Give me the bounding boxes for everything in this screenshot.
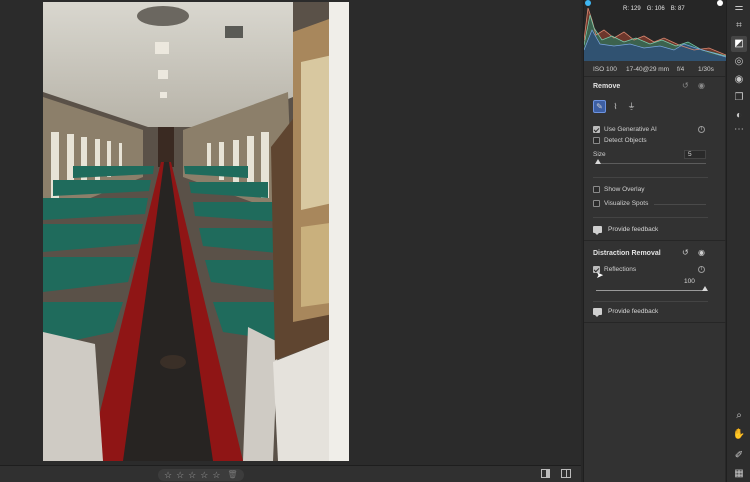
remove-section-title: Remove bbox=[593, 83, 621, 90]
distraction-removal-title: Distraction Removal bbox=[593, 250, 661, 257]
eraser-remove-icon[interactable]: ◩ bbox=[731, 36, 747, 52]
compare-view-icon[interactable] bbox=[541, 469, 550, 478]
star-2[interactable]: ☆ bbox=[176, 470, 184, 480]
shutter-speed: 1/30s bbox=[698, 66, 714, 73]
star-rating[interactable]: ☆ ☆ ☆ ☆ ☆ 🗑 bbox=[158, 469, 244, 481]
more-options-icon[interactable]: ⋯ bbox=[731, 122, 747, 138]
feedback-icon bbox=[593, 226, 602, 235]
section-separator bbox=[584, 240, 726, 241]
clone-tool[interactable]: ⏚ bbox=[625, 100, 638, 113]
crop-icon[interactable]: ⌗ bbox=[731, 18, 747, 34]
reflections-value[interactable]: 100 bbox=[681, 278, 703, 287]
visibility-eye-icon[interactable]: ◉ bbox=[698, 82, 705, 90]
edit-panel: R: 129 G: 106 B: 87 ISO 100 17-40@29 mm … bbox=[583, 0, 726, 482]
section-separator bbox=[584, 322, 726, 323]
trash-icon[interactable]: 🗑 bbox=[227, 471, 237, 479]
blue-value: B: 87 bbox=[670, 6, 685, 12]
star-1[interactable]: ☆ bbox=[164, 470, 172, 480]
clone-stamp-icon: ⏚ bbox=[627, 102, 636, 111]
iso-value: ISO 100 bbox=[593, 66, 617, 73]
star-3[interactable]: ☆ bbox=[188, 470, 196, 480]
histogram: R: 129 G: 106 B: 87 bbox=[584, 0, 726, 61]
visibility-eye-icon[interactable]: ◉ bbox=[698, 249, 705, 257]
before-after-view-icon[interactable] bbox=[561, 469, 571, 478]
image-canvas[interactable] bbox=[0, 0, 581, 465]
train-interior-photo[interactable] bbox=[43, 2, 349, 461]
detect-objects-checkbox[interactable] bbox=[593, 137, 600, 144]
bandage-heal-icon: ⌇ bbox=[613, 102, 618, 111]
reset-icon[interactable]: ↺ bbox=[682, 82, 689, 90]
zoom-icon[interactable]: ⌕ bbox=[731, 408, 747, 424]
camera-info-bar: ISO 100 17-40@29 mm f/4 1/30s bbox=[584, 61, 726, 77]
hand-pan-icon[interactable]: ✋ bbox=[731, 427, 747, 443]
detect-objects-label: Detect Objects bbox=[604, 137, 647, 144]
use-generative-ai-checkbox[interactable] bbox=[593, 126, 600, 133]
size-value-input[interactable]: 5 bbox=[684, 150, 706, 159]
visualize-spots-checkbox[interactable] bbox=[593, 200, 600, 207]
brush-remove-tool[interactable]: ✎ bbox=[593, 100, 606, 113]
provide-feedback-link[interactable]: Provide feedback bbox=[608, 226, 658, 233]
show-overlay-checkbox[interactable] bbox=[593, 186, 600, 193]
show-overlay-label: Show Overlay bbox=[604, 186, 645, 193]
visualize-spots-label: Visualize Spots bbox=[604, 200, 649, 207]
divider bbox=[593, 217, 708, 218]
visualize-spots-slider[interactable] bbox=[654, 204, 706, 205]
feedback-icon bbox=[593, 308, 602, 317]
reflections-label: Reflections bbox=[604, 266, 637, 273]
divider bbox=[593, 177, 708, 178]
grid-icon[interactable]: ▦ bbox=[731, 466, 747, 482]
red-eye-icon[interactable]: ◉ bbox=[731, 72, 747, 88]
right-tool-strip: ⚌ ⌗ ◩ ◎ ◉ ❐ ◐ ⋯ ⌕ ✋ ✐ ▦ bbox=[726, 0, 750, 482]
rgb-readout: R: 129 G: 106 B: 87 bbox=[623, 6, 685, 12]
size-slider-track[interactable] bbox=[596, 163, 706, 164]
presets-icon[interactable]: ❐ bbox=[731, 90, 747, 106]
provide-feedback-link[interactable]: Provide feedback bbox=[608, 308, 658, 315]
green-value: G: 106 bbox=[646, 6, 665, 12]
mouse-cursor-icon: ➤ bbox=[596, 270, 604, 280]
divider bbox=[593, 301, 708, 302]
sampler-icon[interactable]: ✐ bbox=[731, 448, 747, 464]
red-value: R: 129 bbox=[623, 6, 641, 12]
info-icon[interactable]: i bbox=[698, 266, 705, 273]
reflections-slider-track[interactable] bbox=[596, 290, 706, 291]
masking-icon[interactable]: ◎ bbox=[731, 54, 747, 70]
brush-remove-icon: ✎ bbox=[596, 102, 603, 111]
bottom-toolbar: ☆ ☆ ☆ ☆ ☆ 🗑 bbox=[0, 465, 581, 482]
use-generative-ai-label: Use Generative AI bbox=[604, 126, 657, 133]
edit-sliders-icon[interactable]: ⚌ bbox=[731, 0, 747, 16]
star-4[interactable]: ☆ bbox=[200, 470, 208, 480]
focal-length: 17-40@29 mm bbox=[626, 66, 670, 73]
heal-tool[interactable]: ⌇ bbox=[609, 100, 622, 113]
reflections-slider-thumb[interactable] bbox=[702, 286, 708, 291]
info-icon[interactable]: i bbox=[698, 126, 705, 133]
size-slider-thumb[interactable] bbox=[595, 159, 601, 164]
size-label: Size bbox=[593, 151, 606, 158]
star-5[interactable]: ☆ bbox=[212, 470, 220, 480]
reset-icon[interactable]: ↺ bbox=[682, 249, 689, 257]
aperture: f/4 bbox=[677, 66, 685, 73]
photo-illustration bbox=[43, 2, 349, 461]
